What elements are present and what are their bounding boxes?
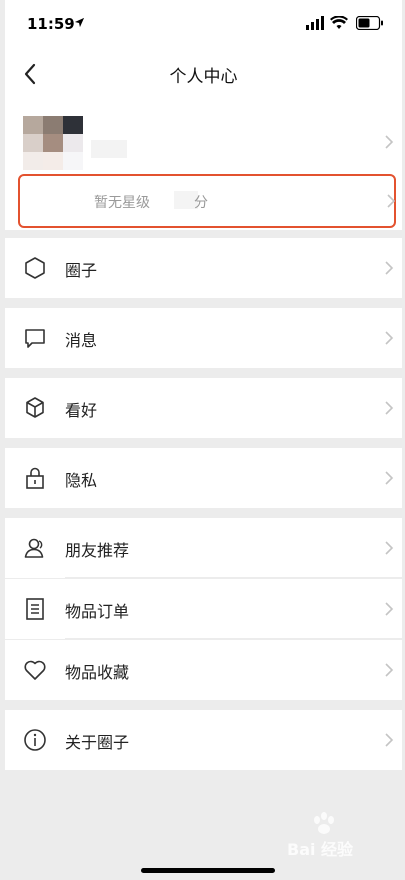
menu-item-about[interactable]: 关于圈子 bbox=[5, 710, 402, 770]
menu-item-label: 消息 bbox=[65, 331, 98, 350]
status-time: 11:59 bbox=[27, 15, 75, 33]
chevron-right-icon bbox=[385, 135, 394, 149]
menu-item-orders[interactable]: 物品订单 bbox=[5, 579, 402, 639]
menu-item-label: 看好 bbox=[65, 401, 98, 420]
chevron-right-icon bbox=[385, 331, 394, 345]
menu-item-label: 物品订单 bbox=[65, 602, 130, 621]
chevron-right-icon bbox=[387, 194, 396, 208]
menu-item-messages[interactable]: 消息 bbox=[5, 308, 402, 368]
menu-item-label: 物品收藏 bbox=[65, 663, 130, 682]
location-arrow-icon bbox=[74, 17, 85, 28]
chevron-right-icon bbox=[385, 602, 394, 616]
profile-card[interactable]: 暂无星级 分 bbox=[5, 102, 402, 230]
chevron-right-icon bbox=[385, 261, 394, 275]
username-blurred bbox=[91, 140, 127, 158]
menu-item-label: 圈子 bbox=[65, 261, 98, 280]
divider bbox=[65, 577, 402, 578]
battery-icon bbox=[356, 16, 383, 30]
chevron-right-icon bbox=[385, 471, 394, 485]
chevron-right-icon bbox=[385, 401, 394, 415]
rating-text: 暂无星级 bbox=[94, 195, 150, 211]
friends-icon bbox=[24, 538, 44, 558]
rating-highlight[interactable]: 暂无星级 分 bbox=[18, 174, 396, 228]
list-icon bbox=[26, 598, 44, 620]
home-indicator[interactable] bbox=[141, 868, 275, 873]
rating-unit: 分 bbox=[194, 195, 208, 211]
hexagon-icon bbox=[25, 257, 45, 279]
page-title: 个人中心 bbox=[169, 67, 238, 87]
lock-icon bbox=[26, 467, 44, 489]
signal-icon bbox=[306, 16, 324, 30]
chevron-right-icon bbox=[385, 733, 394, 747]
info-icon bbox=[24, 729, 46, 751]
menu-item-friend-recommend[interactable]: 朋友推荐 bbox=[5, 518, 402, 578]
status-bar: 11:59 bbox=[5, 0, 402, 46]
chevron-right-icon bbox=[385, 663, 394, 677]
message-icon bbox=[25, 329, 45, 348]
menu-item-label: 关于圈子 bbox=[65, 733, 130, 752]
chevron-right-icon bbox=[385, 541, 394, 555]
divider bbox=[65, 638, 402, 639]
app-frame: 11:59 个人中心 暂无星级 分 圈子 消息 看好 隐私 朋友推荐 物品订单 … bbox=[5, 0, 402, 880]
avatar[interactable] bbox=[23, 116, 83, 170]
watermark-text: Bai 经验 bbox=[287, 840, 354, 859]
menu-item-label: 朋友推荐 bbox=[65, 541, 130, 560]
menu-item-label: 隐私 bbox=[65, 471, 98, 490]
menu-item-collection[interactable]: 物品收藏 bbox=[5, 640, 402, 700]
heart-icon bbox=[24, 660, 46, 680]
nav-bar: 个人中心 bbox=[5, 46, 402, 102]
menu-item-favorites[interactable]: 看好 bbox=[5, 378, 402, 438]
menu-item-privacy[interactable]: 隐私 bbox=[5, 448, 402, 508]
cube-icon bbox=[26, 397, 44, 418]
baidu-watermark: Bai 经验 bbox=[287, 812, 377, 859]
menu-item-circle[interactable]: 圈子 bbox=[5, 238, 402, 298]
wifi-icon bbox=[330, 16, 348, 29]
